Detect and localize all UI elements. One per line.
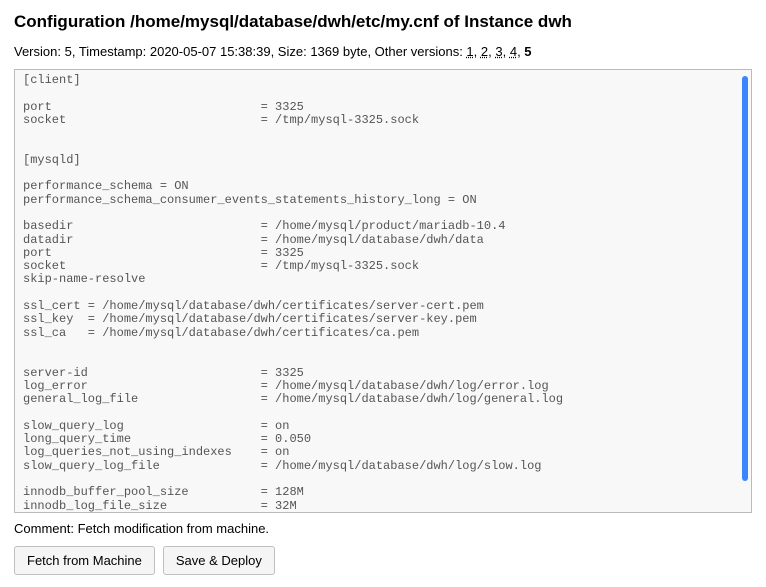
version-link-4[interactable]: 4	[510, 44, 517, 59]
version-link-1[interactable]: 1	[466, 44, 473, 59]
comment-text: Fetch modification from machine.	[78, 521, 269, 536]
meta-timestamp-label: , Timestamp:	[72, 44, 150, 59]
save-deploy-button[interactable]: Save & Deploy	[163, 546, 275, 575]
meta-size-label: , Size:	[271, 44, 311, 59]
version-meta-line: Version: 5, Timestamp: 2020-05-07 15:38:…	[14, 44, 752, 59]
meta-size-value: 1369 byte	[310, 44, 367, 59]
comment-line: Comment: Fetch modification from machine…	[14, 521, 752, 536]
scrollbar-thumb[interactable]	[742, 76, 748, 481]
version-link-2[interactable]: 2	[481, 44, 488, 59]
version-link-3[interactable]: 3	[495, 44, 502, 59]
meta-timestamp-value: 2020-05-07 15:38:39	[150, 44, 271, 59]
meta-version-value: 5	[65, 44, 72, 59]
version-current: 5	[524, 44, 531, 59]
meta-other-versions-label: , Other versions:	[367, 44, 466, 59]
meta-version-label: Version:	[14, 44, 65, 59]
page-title: Configuration /home/mysql/database/dwh/e…	[14, 12, 752, 32]
config-text-content: [client] port = 3325 socket = /tmp/mysql…	[23, 73, 563, 513]
config-textarea[interactable]: [client] port = 3325 socket = /tmp/mysql…	[14, 69, 752, 513]
button-row: Fetch from Machine Save & Deploy	[14, 546, 752, 575]
fetch-from-machine-button[interactable]: Fetch from Machine	[14, 546, 155, 575]
comment-label: Comment:	[14, 521, 78, 536]
